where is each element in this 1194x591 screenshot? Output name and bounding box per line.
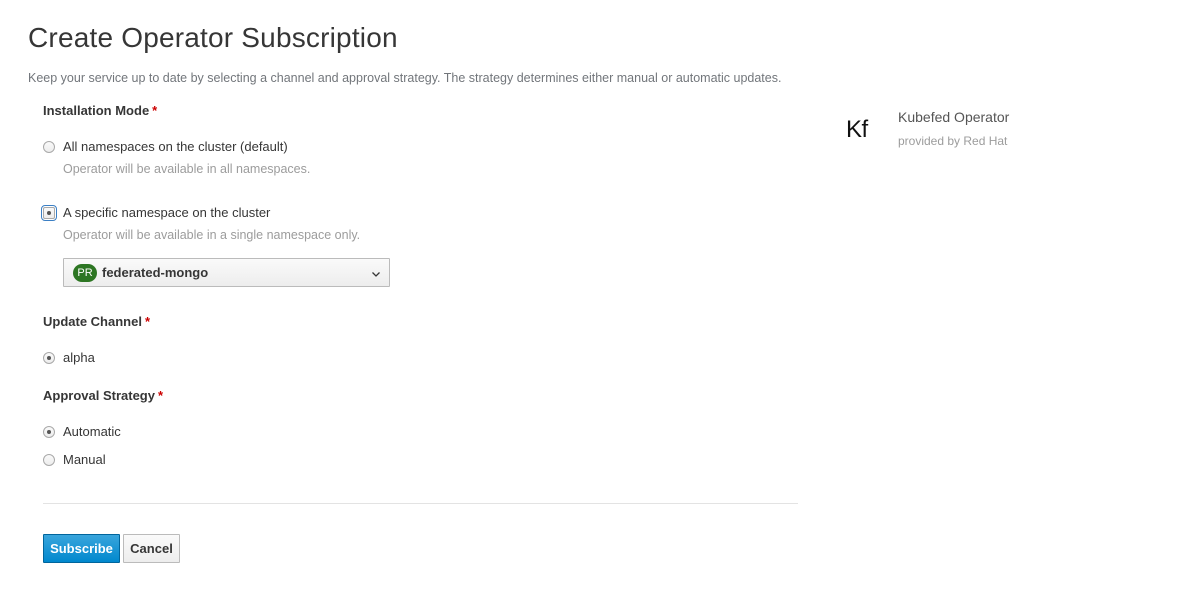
radio-channel-alpha[interactable]: alpha bbox=[43, 350, 95, 365]
radio-approval-manual-label[interactable]: Manual bbox=[63, 452, 106, 467]
chevron-down-icon bbox=[371, 266, 381, 284]
all-namespaces-help: Operator will be available in all namesp… bbox=[63, 162, 311, 176]
form-divider bbox=[43, 503, 798, 504]
radio-button[interactable] bbox=[41, 204, 57, 221]
approval-strategy-label-text: Approval Strategy bbox=[43, 388, 155, 403]
page-title: Create Operator Subscription bbox=[28, 22, 398, 53]
namespace-dropdown[interactable]: PR federated-mongo bbox=[63, 258, 390, 287]
subscribe-button[interactable]: Subscribe bbox=[43, 534, 120, 563]
radio-button[interactable] bbox=[43, 425, 55, 438]
required-marker: * bbox=[144, 314, 151, 329]
approval-strategy-label: Approval Strategy * bbox=[43, 388, 163, 403]
operator-logo: Kf bbox=[846, 116, 868, 143]
radio-specific-namespace[interactable]: A specific namespace on the cluster bbox=[41, 204, 270, 221]
radio-specific-namespace-label[interactable]: A specific namespace on the cluster bbox=[63, 205, 270, 220]
update-channel-label: Update Channel * bbox=[43, 314, 150, 329]
radio-button[interactable] bbox=[43, 453, 55, 466]
cancel-button[interactable]: Cancel bbox=[123, 534, 180, 563]
specific-namespace-help: Operator will be available in a single n… bbox=[63, 228, 361, 242]
required-marker: * bbox=[152, 103, 158, 118]
installation-mode-label: Installation Mode * bbox=[43, 103, 157, 118]
page-description: Keep your service up to date by selectin… bbox=[28, 71, 782, 85]
operator-provider: provided by Red Hat bbox=[898, 134, 1008, 148]
radio-all-namespaces-label[interactable]: All namespaces on the cluster (default) bbox=[63, 139, 288, 154]
radio-approval-manual[interactable]: Manual bbox=[43, 452, 106, 467]
operator-name: Kubefed Operator bbox=[898, 109, 1010, 125]
radio-all-namespaces[interactable]: All namespaces on the cluster (default) bbox=[43, 139, 288, 154]
update-channel-label-text: Update Channel bbox=[43, 314, 142, 329]
project-badge: PR bbox=[73, 263, 97, 282]
required-marker: * bbox=[157, 388, 164, 403]
radio-button[interactable] bbox=[43, 140, 55, 153]
radio-channel-alpha-label[interactable]: alpha bbox=[63, 350, 95, 365]
namespace-dropdown-value: federated-mongo bbox=[102, 265, 209, 280]
radio-approval-automatic-label[interactable]: Automatic bbox=[63, 424, 121, 439]
radio-button[interactable] bbox=[43, 351, 55, 364]
radio-approval-automatic[interactable]: Automatic bbox=[43, 424, 121, 439]
installation-mode-label-text: Installation Mode bbox=[43, 103, 150, 118]
